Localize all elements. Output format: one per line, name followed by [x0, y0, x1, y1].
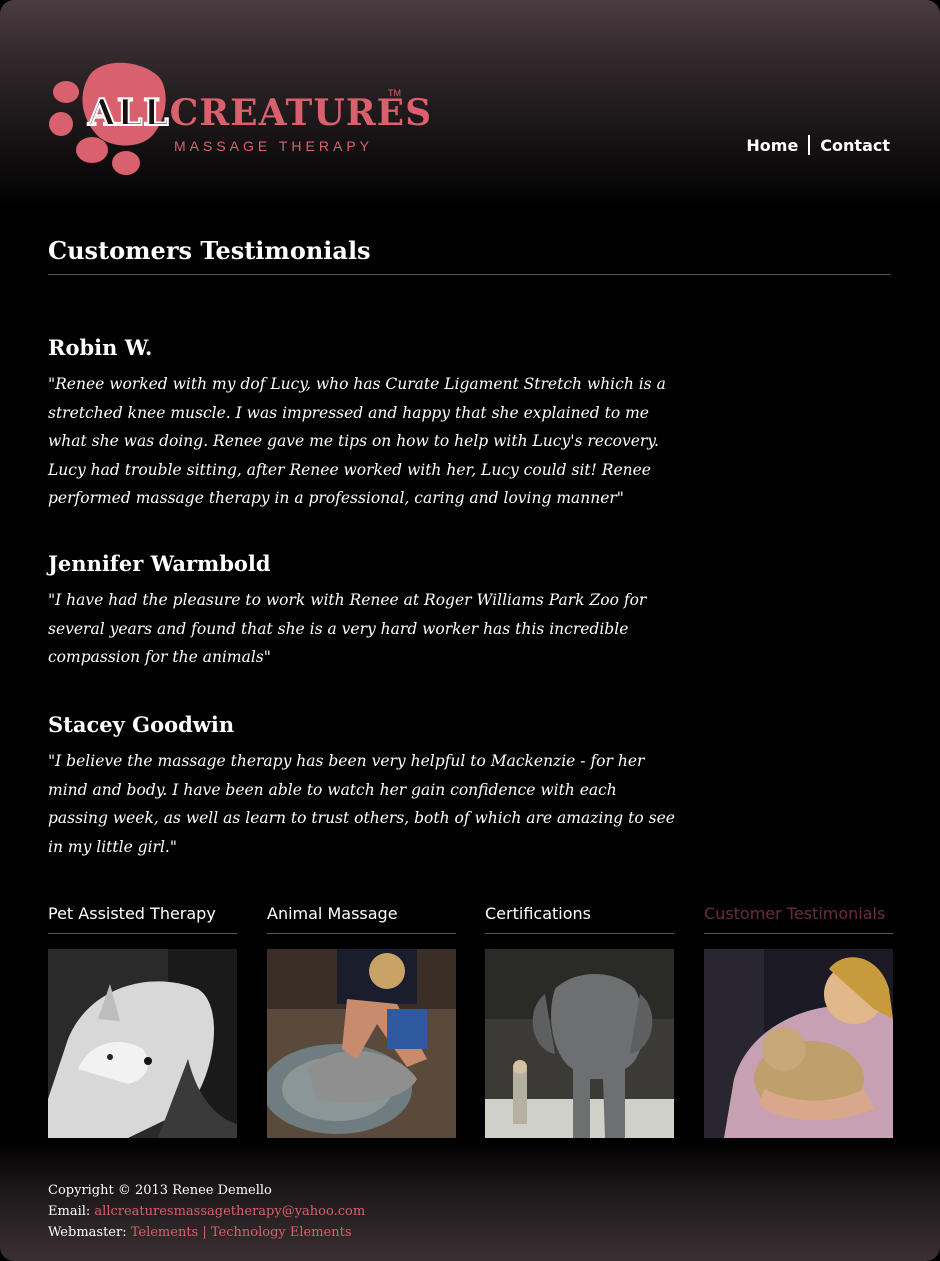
gallery-item-pet-assisted-therapy[interactable]: Pet Assisted Therapy	[48, 904, 237, 1138]
gallery-item-title[interactable]: Animal Massage	[267, 904, 456, 928]
wolf-photo[interactable]	[48, 949, 237, 1138]
dog-massage-photo[interactable]	[267, 949, 456, 1138]
webmaster-link-telements[interactable]: Telements	[131, 1225, 199, 1240]
logo-tagline: MASSAGE THERAPY	[174, 138, 374, 154]
testimonial-quote: "Renee worked with my dof Lucy, who has …	[48, 375, 666, 507]
logo-wordmark: ALLCREATURES	[87, 91, 433, 135]
copyright-text: Copyright © 2013 Renee Demello	[48, 1183, 272, 1198]
gallery-item-certifications[interactable]: Certifications	[485, 904, 674, 1138]
webmaster-label: Webmaster:	[48, 1225, 127, 1240]
footer-email-line: Email: allcreaturesmassagetherapy@yahoo.…	[48, 1201, 365, 1222]
testimonial-author: Stacey Goodwin	[48, 712, 235, 737]
webmaster-link-technology-elements[interactable]: Technology Elements	[211, 1225, 352, 1240]
nav-contact-link[interactable]: Contact	[820, 136, 890, 155]
testimonial: Jennifer Warmbold "I have had the pleasu…	[48, 551, 678, 672]
page-title: Customers Testimonials	[48, 236, 371, 265]
gallery-item-title[interactable]: Customer Testimonials	[704, 904, 893, 928]
gallery-divider	[704, 933, 893, 934]
title-divider	[48, 274, 890, 275]
gallery-item-title[interactable]: Certifications	[485, 904, 674, 928]
testimonial-quote: "I have had the pleasure to work with Re…	[48, 591, 647, 666]
email-label: Email:	[48, 1204, 91, 1219]
testimonial-quote: "I believe the massage therapy has been …	[48, 752, 675, 856]
testimonial: Stacey Goodwin "I believe the massage th…	[48, 712, 678, 861]
nav-home-link[interactable]: Home	[746, 136, 798, 155]
footer: Copyright © 2013 Renee Demello Email: al…	[48, 1180, 365, 1243]
gallery-divider	[485, 933, 674, 934]
page: ALLCREATURES MASSAGE THERAPY TM Home Con…	[0, 0, 940, 1261]
gallery-item-animal-massage[interactable]: Animal Massage	[267, 904, 456, 1138]
email-link[interactable]: allcreaturesmassagetherapy@yahoo.com	[94, 1204, 365, 1219]
lion-cub-photo[interactable]	[704, 949, 893, 1138]
trademark-mark: TM	[388, 88, 401, 98]
top-nav: Home Contact	[746, 135, 890, 155]
testimonial-author: Robin W.	[48, 335, 153, 360]
gallery-item-customer-testimonials[interactable]: Customer Testimonials	[704, 904, 893, 1138]
footer-webmaster-line: Webmaster: Telements | Technology Elemen…	[48, 1222, 365, 1243]
testimonial-author: Jennifer Warmbold	[48, 551, 271, 576]
testimonial: Robin W. "Renee worked with my dof Lucy,…	[48, 335, 678, 513]
gallery-divider	[48, 933, 237, 934]
logo[interactable]: ALLCREATURES MASSAGE THERAPY TM	[48, 58, 431, 180]
nav-divider	[808, 135, 811, 155]
gallery-item-title[interactable]: Pet Assisted Therapy	[48, 904, 237, 928]
gallery-divider	[267, 933, 456, 934]
elephant-photo[interactable]	[485, 949, 674, 1138]
webmaster-divider: |	[202, 1225, 207, 1240]
